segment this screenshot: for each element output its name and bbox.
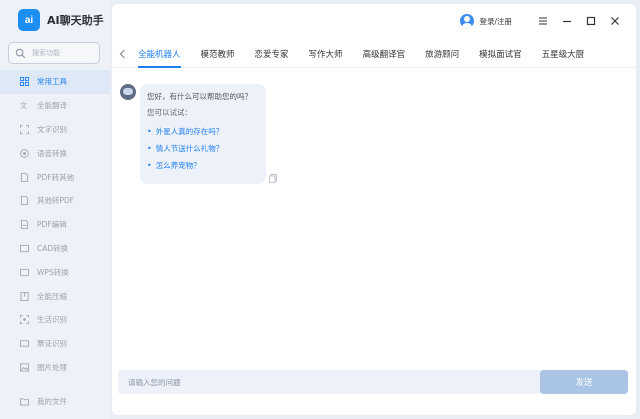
tab-mock-interviewer[interactable]: 模拟面试官 <box>479 40 533 68</box>
bot-avatar <box>120 84 136 100</box>
sidebar-item-label: PDF转其他 <box>37 172 75 182</box>
sidebar-item-label: CAD转换 <box>37 243 69 253</box>
life-scan-icon <box>20 315 29 325</box>
ticket-icon <box>20 340 29 347</box>
sidebar-item-cad[interactable]: CAD转换 <box>0 237 110 261</box>
suggestion-link[interactable]: 情人节送什么礼物？ <box>147 140 259 157</box>
sidebar-item-label: 生活识别 <box>37 315 67 325</box>
sidebar-item-translate[interactable]: 文 全能翻译 <box>0 94 110 118</box>
sidebar-item-my-files[interactable]: 我的文件 <box>0 390 110 412</box>
login-register-link[interactable]: 登录/注册 <box>479 16 512 27</box>
wps-icon <box>20 268 29 276</box>
sidebar-item-ticket-recognition[interactable]: 票证识别 <box>0 332 110 356</box>
user-avatar-icon[interactable] <box>460 14 475 28</box>
send-button[interactable]: 发送 <box>540 370 628 394</box>
text-scan-icon <box>20 124 29 134</box>
close-button[interactable] <box>606 12 624 30</box>
pdf-edit-icon <box>20 220 29 230</box>
sidebar-item-text-recognition[interactable]: 文字识别 <box>0 118 110 142</box>
image-icon <box>20 363 29 372</box>
tab-writing-master[interactable]: 写作大师 <box>309 40 354 68</box>
sidebar-item-compress[interactable]: 全能压缩 <box>0 284 110 308</box>
app-name: AI聊天助手 <box>47 14 104 27</box>
app-logo-icon: ai <box>18 9 40 31</box>
sidebar-item-label: 常用工具 <box>37 77 67 87</box>
tab-list: 全能机器人 模范教师 恋爱专家 写作大师 高级翻译官 旅游顾问 模拟面试官 五星… <box>138 40 604 68</box>
sidebar-item-label: 全能压缩 <box>37 291 67 301</box>
sidebar-item-label: 全能翻译 <box>37 101 67 111</box>
compress-icon <box>20 291 29 301</box>
sidebar-item-label: 其他转PDF <box>37 196 75 206</box>
search-input[interactable] <box>32 49 96 57</box>
search-box[interactable] <box>8 42 100 64</box>
sidebar-item-label: PDF编辑 <box>37 220 67 230</box>
pdf-export-icon <box>20 172 29 182</box>
maximize-button[interactable] <box>582 12 600 30</box>
tab-travel-advisor[interactable]: 旅游顾问 <box>425 40 470 68</box>
tab-love-expert[interactable]: 恋爱专家 <box>255 40 300 68</box>
tab-model-teacher[interactable]: 模范教师 <box>201 40 246 68</box>
sidebar-item-wps[interactable]: WPS转换 <box>0 260 110 284</box>
minimize-icon <box>563 20 571 23</box>
sidebar-item-label: WPS转换 <box>37 267 69 277</box>
app-brand: ai AI聊天助手 <box>18 8 104 32</box>
search-icon <box>15 48 26 58</box>
svg-text:文: 文 <box>20 101 27 110</box>
sidebar-item-image[interactable]: 图片处理 <box>0 356 110 380</box>
sidebar-item-label: 文字识别 <box>37 124 67 134</box>
pdf-import-icon <box>20 196 29 206</box>
chevron-left-icon[interactable] <box>118 49 128 59</box>
voice-icon <box>20 148 29 158</box>
suggestion-link[interactable]: 外星人真的存在吗？ <box>147 123 259 140</box>
copy-icon[interactable] <box>269 174 277 183</box>
menu-icon <box>539 17 547 25</box>
sidebar-item-voice[interactable]: 语音转换 <box>0 141 110 165</box>
assistant-tabs: 全能机器人 模范教师 恋爱专家 写作大师 高级翻译官 旅游顾问 模拟面试官 五星… <box>112 40 636 68</box>
sidebar-item-pdf-to-other[interactable]: PDF转其他 <box>0 165 110 189</box>
tab-senior-translator[interactable]: 高级翻译官 <box>363 40 417 68</box>
sidebar-item-life-recognition[interactable]: 生活识别 <box>0 308 110 332</box>
sidebar-item-label: 语音转换 <box>37 148 67 158</box>
message-input-bar: 发送 <box>118 370 628 394</box>
message-input[interactable] <box>128 370 518 394</box>
cad-icon <box>20 244 29 253</box>
menu-button[interactable] <box>534 12 552 30</box>
sidebar-menu: 常用工具 文 全能翻译 文字识别 语音转换 PDF转其他 其他转PDF PDF编… <box>0 70 110 379</box>
sidebar-item-label: 图片处理 <box>37 362 67 372</box>
sidebar-item-other-to-pdf[interactable]: 其他转PDF <box>0 189 110 213</box>
grid-icon <box>20 77 29 87</box>
translate-icon: 文 <box>20 101 27 110</box>
folder-icon <box>20 397 29 406</box>
main-panel: 登录/注册 全能机器人 模范教师 恋爱专家 写作大师 高级翻译官 旅游顾问 模拟… <box>112 4 636 415</box>
minimize-button[interactable] <box>558 12 576 30</box>
top-bar: 登录/注册 <box>460 10 624 32</box>
bot-message-bubble: 您好，有什么可以帮助您的吗？ 您可以试试： 外星人真的存在吗？ 情人节送什么礼物… <box>140 84 266 184</box>
suggestion-link[interactable]: 怎么养宠物？ <box>147 157 259 174</box>
tab-five-star-chef[interactable]: 五星级大厨 <box>542 40 596 68</box>
close-icon <box>611 17 619 25</box>
sidebar-item-pdf-edit[interactable]: PDF编辑 <box>0 213 110 237</box>
sidebar: ai AI聊天助手 常用工具 文 全能翻译 文字识别 语音转换 PDF转其他 其… <box>0 0 110 419</box>
sidebar-footer-label: 我的文件 <box>37 396 67 406</box>
maximize-icon <box>586 16 596 26</box>
sidebar-item-common-tools[interactable]: 常用工具 <box>0 70 110 94</box>
sidebar-item-label: 票证识别 <box>37 339 67 349</box>
tab-all-round-robot[interactable]: 全能机器人 <box>138 40 192 68</box>
bot-greeting: 您好，有什么可以帮助您的吗？ <box>147 92 252 101</box>
try-label: 您可以试试： <box>147 108 192 117</box>
